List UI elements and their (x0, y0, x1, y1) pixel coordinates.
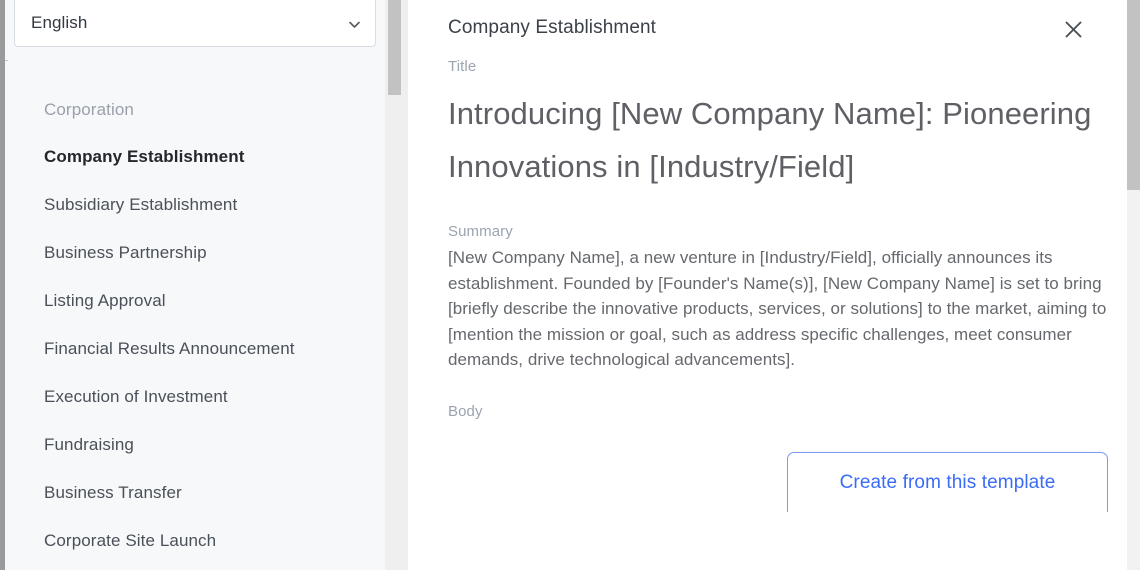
language-select[interactable]: English (14, 0, 376, 47)
body-field-label: Body (448, 402, 483, 420)
sidebar-item-business-transfer[interactable]: Business Transfer (5, 482, 385, 503)
language-select-value: English (31, 13, 88, 32)
close-button[interactable] (1056, 12, 1090, 46)
template-summary-value: [New Company Name], a new venture in [In… (448, 248, 1107, 370)
sidebar-item-corporate-site-launch[interactable]: Corporate Site Launch (5, 530, 385, 551)
template-title-value: Introducing [New Company Name]: Pioneeri… (448, 96, 1092, 184)
sidebar-nav: Corporation Company Establishment Subsid… (5, 100, 385, 570)
close-icon (1064, 20, 1083, 39)
sidebar-item-subsidiary-establishment[interactable]: Subsidiary Establishment (5, 194, 385, 215)
create-from-template-button[interactable]: Create from this template (787, 452, 1108, 512)
sidebar-item-execution-of-investment[interactable]: Execution of Investment (5, 386, 385, 407)
app-root: English Corporation Company Establishmen… (0, 0, 1140, 570)
panel-scrollbar-thumb[interactable] (1127, 0, 1140, 190)
sidebar-item-financial-results-announcement[interactable]: Financial Results Announcement (5, 338, 385, 359)
detail-panel: Company Establishment Title Introducing … (408, 0, 1140, 570)
create-from-template-label: Create from this template (839, 471, 1056, 493)
panel-header: Company Establishment (408, 0, 1140, 58)
page-title: Company Establishment (448, 17, 657, 38)
sidebar-scrollbar-thumb[interactable] (388, 0, 401, 95)
nav-group-label-corporation: Corporation (44, 100, 134, 119)
chevron-down-icon (348, 18, 361, 31)
sidebar-item-company-establishment[interactable]: Company Establishment (5, 146, 385, 167)
sidebar-divider (5, 60, 8, 61)
summary-field-label: Summary (448, 223, 513, 240)
sidebar-item-fundraising[interactable]: Fundraising (5, 434, 385, 455)
sidebar-item-business-partnership[interactable]: Business Partnership (5, 242, 385, 263)
sidebar: English Corporation Company Establishmen… (5, 0, 385, 570)
sidebar-item-listing-approval[interactable]: Listing Approval (5, 290, 385, 311)
title-field-label: Title (448, 58, 477, 75)
